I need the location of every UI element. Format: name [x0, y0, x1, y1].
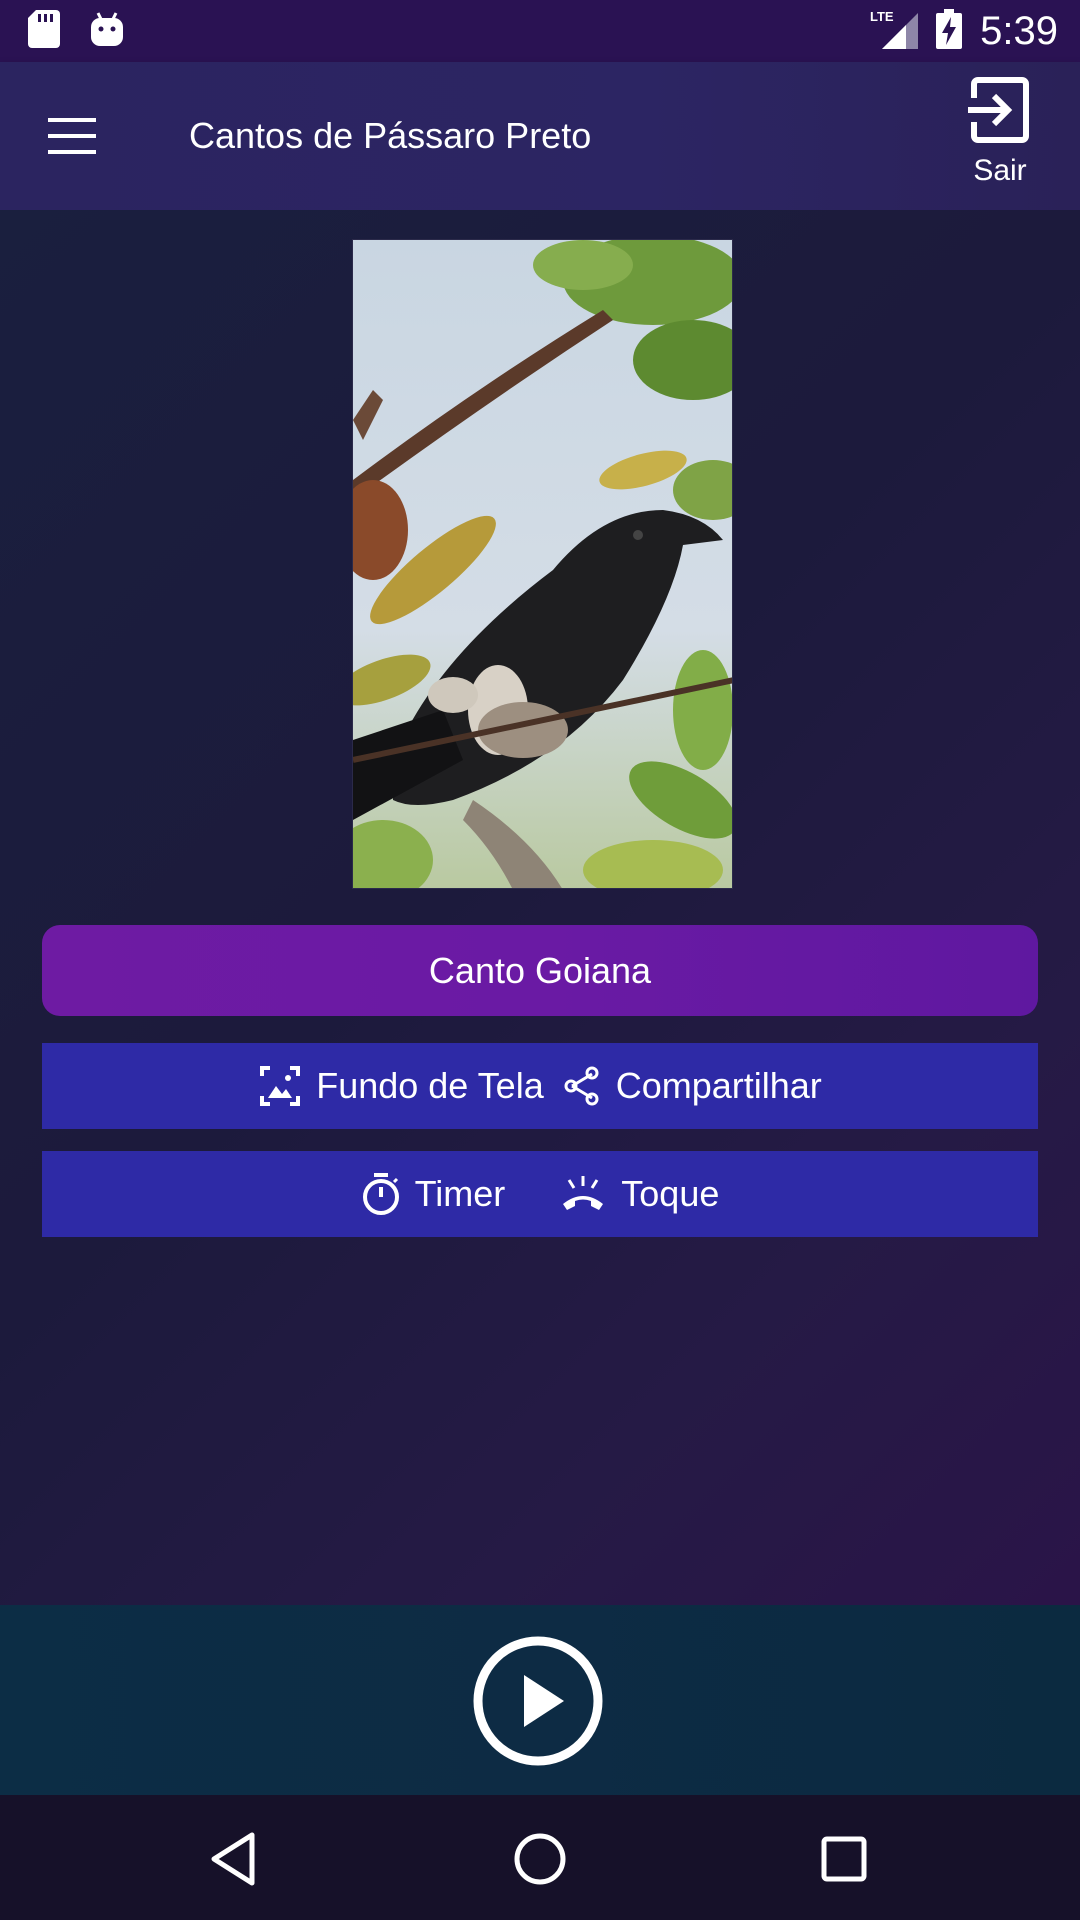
ringtone-icon [563, 1176, 604, 1210]
share-label: Compartilhar [615, 1065, 822, 1106]
back-button[interactable] [204, 1827, 268, 1891]
navigation-bar [0, 1795, 1080, 1920]
player-bar [0, 1605, 1080, 1795]
bird-photo [352, 239, 733, 889]
home-icon [514, 1833, 566, 1885]
page-title: Cantos de Pássaro Preto [189, 115, 592, 156]
timer-label: Timer [414, 1173, 506, 1214]
back-icon [211, 1832, 255, 1886]
wallpaper-label: Fundo de Tela [316, 1065, 544, 1106]
home-button[interactable] [508, 1827, 572, 1891]
app-bar: Cantos de Pássaro Preto Sair [0, 62, 1080, 210]
play-button[interactable] [472, 1635, 604, 1767]
ringtone-button[interactable]: Toque [559, 1173, 719, 1215]
exit-icon [968, 77, 1029, 143]
menu-button[interactable] [44, 114, 100, 158]
song-button[interactable]: Canto Goiana [42, 925, 1038, 1016]
clock: 5:39 [980, 8, 1058, 53]
recents-icon [821, 1836, 867, 1882]
sd-card-icon [28, 9, 60, 53]
actions-row-1: Fundo de Tela Compartilhar [42, 1043, 1038, 1129]
status-bar: LTE 5:39 [0, 0, 1080, 62]
hamburger-icon [48, 118, 96, 154]
wallpaper-button[interactable]: Fundo de Tela [258, 1064, 544, 1108]
actions-row-2: Timer Toque [42, 1151, 1038, 1237]
exit-label: Sair [973, 154, 1027, 187]
timer-button[interactable]: Timer [361, 1172, 506, 1216]
wallpaper-icon [260, 1066, 301, 1106]
android-icon [90, 11, 124, 52]
share-button[interactable]: Compartilhar [562, 1065, 822, 1107]
exit-button[interactable]: Sair [954, 76, 1046, 200]
share-icon [564, 1066, 599, 1106]
lte-signal-icon: LTE [870, 9, 919, 54]
ringtone-label: Toque [621, 1173, 720, 1214]
timer-icon [362, 1173, 399, 1215]
play-circle-icon [473, 1636, 603, 1766]
recents-button[interactable] [812, 1827, 876, 1891]
lte-label: LTE [870, 9, 894, 24]
battery-charging-icon [936, 8, 963, 54]
